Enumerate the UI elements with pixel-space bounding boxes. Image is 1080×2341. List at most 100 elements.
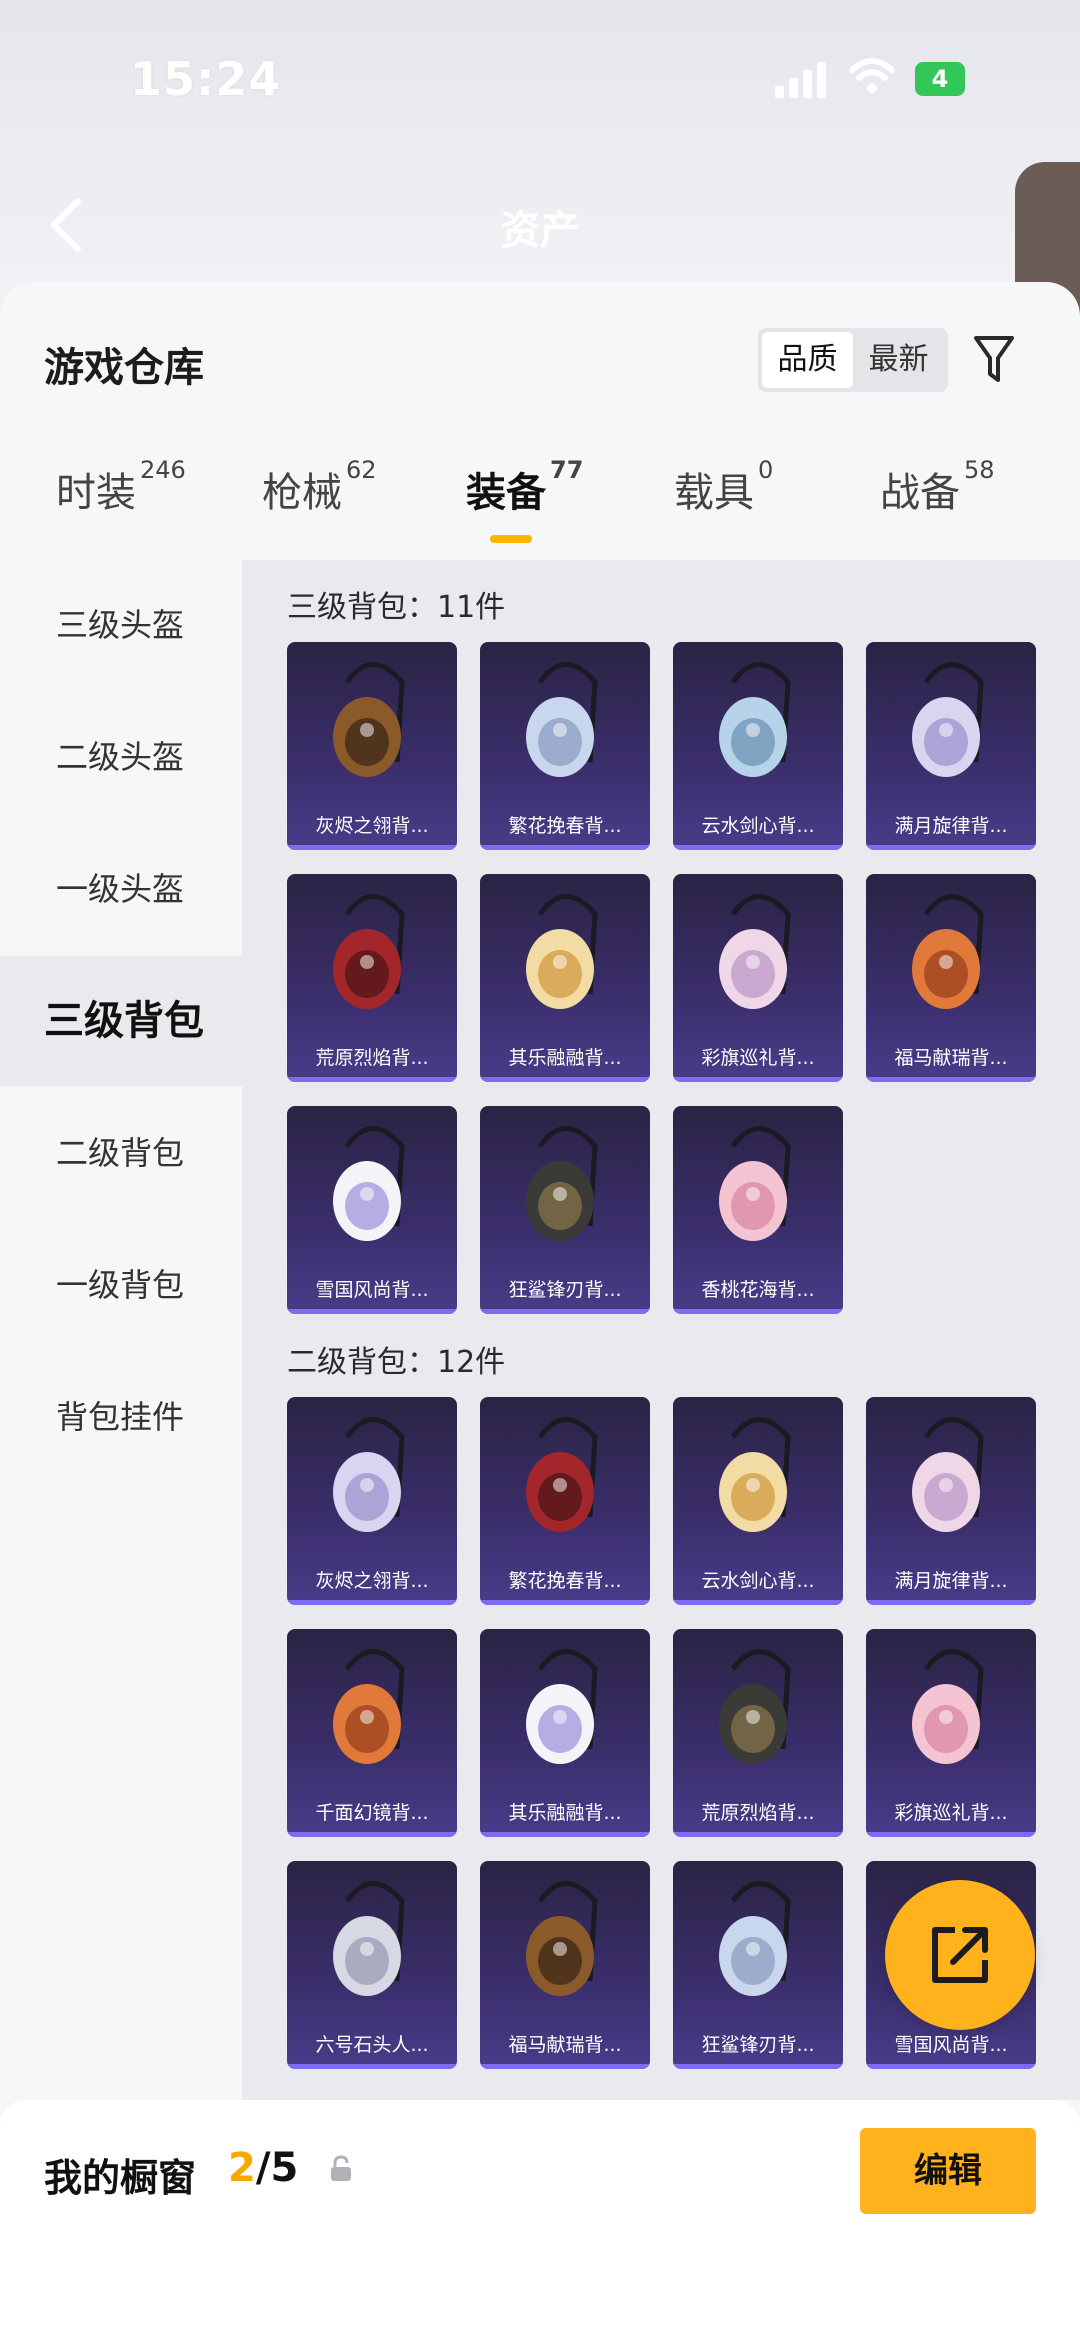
sidebar-item-backpack-3[interactable]: 三级背包 bbox=[0, 956, 242, 1086]
section-title-backpack-2: 二级背包：12件 bbox=[287, 1345, 506, 1380]
edit-button[interactable]: 编辑 bbox=[860, 2128, 1036, 2214]
rarity-bar bbox=[673, 1309, 843, 1314]
item-name: 其乐融融背... bbox=[508, 1802, 622, 1824]
item-card[interactable]: 繁花挽春背... bbox=[480, 1397, 650, 1605]
rarity-bar bbox=[480, 1600, 650, 1605]
backpack-icon bbox=[526, 1126, 598, 1241]
backpack-icon bbox=[526, 662, 598, 777]
section-title-backpack-3: 三级背包：11件 bbox=[287, 590, 506, 625]
share-button[interactable] bbox=[885, 1880, 1035, 2030]
backpack-icon bbox=[333, 1881, 405, 1996]
lock-icon bbox=[331, 2155, 351, 2181]
share-icon bbox=[932, 1927, 988, 1983]
item-card[interactable]: 彩旗巡礼背... bbox=[866, 1629, 1036, 1837]
item-card[interactable]: 福马献瑞背... bbox=[480, 1861, 650, 2069]
backpack-icon bbox=[719, 1417, 791, 1532]
item-card[interactable]: 灰烬之翎背... bbox=[287, 642, 457, 850]
backpack-icon bbox=[526, 1649, 598, 1764]
item-card[interactable]: 繁花挽春背... bbox=[480, 642, 650, 850]
rarity-bar bbox=[480, 845, 650, 850]
item-card[interactable]: 云水剑心背... bbox=[673, 642, 843, 850]
item-name: 繁花挽春背... bbox=[508, 815, 622, 837]
backpack-icon bbox=[719, 1649, 791, 1764]
rarity-bar bbox=[480, 1309, 650, 1314]
sidebar-item-backpack-charm[interactable]: 背包挂件 bbox=[0, 1352, 242, 1482]
rarity-bar bbox=[866, 845, 1036, 850]
item-name: 福马献瑞背... bbox=[508, 2034, 622, 2056]
item-card[interactable]: 云水剑心背... bbox=[673, 1397, 843, 1605]
item-name: 香桃花海背... bbox=[701, 1279, 815, 1301]
item-card[interactable]: 香桃花海背... bbox=[673, 1106, 843, 1314]
backpack-icon bbox=[719, 662, 791, 777]
status-bar: 15:24 4 bbox=[0, 0, 1080, 150]
sidebar-item-helmet-2[interactable]: 二级头盔 bbox=[0, 692, 242, 822]
rarity-bar bbox=[673, 2064, 843, 2069]
sort-quality-button[interactable]: 品质 bbox=[762, 332, 853, 388]
item-card[interactable]: 福马献瑞背... bbox=[866, 874, 1036, 1082]
backpack-icon bbox=[912, 1649, 984, 1764]
item-name: 雪国风尚背... bbox=[894, 2034, 1008, 2056]
item-card[interactable]: 满月旋律背... bbox=[866, 1397, 1036, 1605]
rarity-bar bbox=[866, 1600, 1036, 1605]
rarity-bar bbox=[480, 1077, 650, 1082]
backpack-icon bbox=[333, 894, 405, 1009]
rarity-bar bbox=[673, 1832, 843, 1837]
rarity-bar bbox=[480, 2064, 650, 2069]
rarity-bar bbox=[287, 1600, 457, 1605]
item-card[interactable]: 彩旗巡礼背... bbox=[673, 874, 843, 1082]
showcase-count: 2/5 bbox=[228, 2145, 298, 2191]
tab-supplies[interactable]: 战备 58 bbox=[880, 456, 995, 518]
sidebar-item-helmet-1[interactable]: 一级头盔 bbox=[0, 824, 242, 954]
item-name: 福马献瑞背... bbox=[894, 1047, 1008, 1069]
item-name: 荒原烈焰背... bbox=[701, 1802, 815, 1824]
sidebar-item-backpack-2[interactable]: 二级背包 bbox=[0, 1088, 242, 1218]
item-name: 云水剑心背... bbox=[701, 815, 815, 837]
item-card[interactable]: 狂鲨锋刃背... bbox=[480, 1106, 650, 1314]
tab-fashion[interactable]: 时装 246 bbox=[56, 456, 186, 518]
status-time: 15:24 bbox=[130, 52, 282, 106]
item-name: 雪国风尚背... bbox=[315, 1279, 429, 1301]
rarity-bar bbox=[287, 1077, 457, 1082]
signal-icon bbox=[775, 58, 826, 98]
item-card[interactable]: 千面幻镜背... bbox=[287, 1629, 457, 1837]
backpack-icon bbox=[912, 662, 984, 777]
item-card[interactable]: 满月旋律背... bbox=[866, 642, 1036, 850]
item-name: 灰烬之翎背... bbox=[315, 1570, 429, 1592]
item-name: 狂鲨锋刃背... bbox=[701, 2034, 815, 2056]
tab-equipment[interactable]: 装备 77 bbox=[466, 456, 583, 518]
item-name: 六号石头人... bbox=[315, 2034, 429, 2056]
battery-icon: 4 bbox=[915, 62, 965, 96]
item-name: 彩旗巡礼背... bbox=[701, 1047, 815, 1069]
backpack-icon bbox=[526, 1881, 598, 1996]
active-tab-indicator bbox=[490, 535, 532, 543]
item-card[interactable]: 其乐融融背... bbox=[480, 874, 650, 1082]
item-card[interactable]: 灰烬之翎背... bbox=[287, 1397, 457, 1605]
showcase-total: /5 bbox=[255, 2145, 299, 2191]
rarity-bar bbox=[287, 845, 457, 850]
item-card[interactable]: 雪国风尚背... bbox=[287, 1106, 457, 1314]
sidebar-item-backpack-1[interactable]: 一级背包 bbox=[0, 1220, 242, 1350]
item-name: 繁花挽春背... bbox=[508, 1570, 622, 1592]
rarity-bar bbox=[866, 1832, 1036, 1837]
filter-icon[interactable] bbox=[972, 330, 1016, 390]
rarity-bar bbox=[287, 1832, 457, 1837]
item-card[interactable]: 荒原烈焰背... bbox=[673, 1629, 843, 1837]
backpack-icon bbox=[333, 1126, 405, 1241]
item-name: 荒原烈焰背... bbox=[315, 1047, 429, 1069]
rarity-bar bbox=[673, 1600, 843, 1605]
tab-vehicles[interactable]: 载具 0 bbox=[674, 456, 773, 518]
sidebar-item-helmet-3[interactable]: 三级头盔 bbox=[0, 560, 242, 690]
item-name: 其乐融融背... bbox=[508, 1047, 622, 1069]
backpack-icon bbox=[719, 1881, 791, 1996]
backpack-icon bbox=[719, 1126, 791, 1241]
item-card[interactable]: 荒原烈焰背... bbox=[287, 874, 457, 1082]
sort-latest-button[interactable]: 最新 bbox=[853, 332, 944, 388]
rarity-bar bbox=[287, 1309, 457, 1314]
item-name: 狂鲨锋刃背... bbox=[508, 1279, 622, 1301]
item-card[interactable]: 六号石头人... bbox=[287, 1861, 457, 2069]
item-name: 灰烬之翎背... bbox=[315, 815, 429, 837]
tab-firearms[interactable]: 枪械 62 bbox=[262, 456, 377, 518]
backpack-icon bbox=[333, 662, 405, 777]
item-card[interactable]: 其乐融融背... bbox=[480, 1629, 650, 1837]
item-card[interactable]: 狂鲨锋刃背... bbox=[673, 1861, 843, 2069]
